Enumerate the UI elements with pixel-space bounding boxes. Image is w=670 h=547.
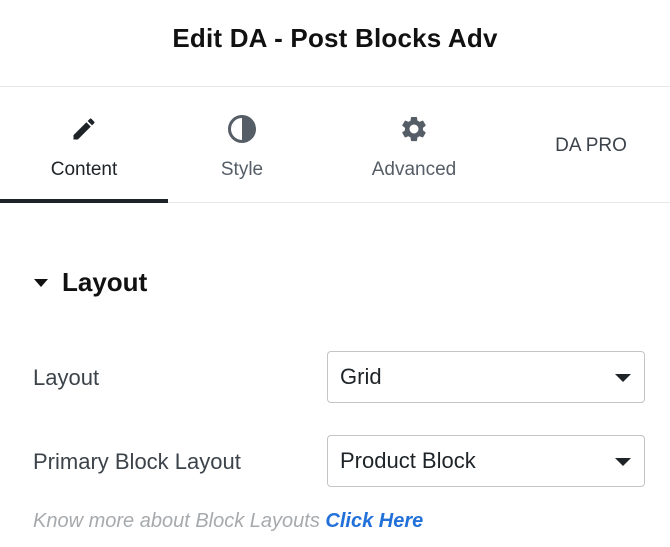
primary-block-layout-select[interactable]: Product Block bbox=[327, 435, 645, 487]
layout-select-value: Grid bbox=[340, 364, 382, 389]
tab-content[interactable]: Content bbox=[0, 87, 168, 203]
layout-control: Layout Grid bbox=[0, 351, 670, 405]
tab-style[interactable]: Style bbox=[168, 87, 316, 202]
panel-header: Edit DA - Post Blocks Adv bbox=[0, 0, 670, 87]
primary-block-layout-select-value: Product Block bbox=[340, 448, 476, 473]
half-circle-contrast-icon bbox=[226, 113, 258, 145]
chevron-down-icon bbox=[615, 458, 631, 466]
section-title: Layout bbox=[62, 266, 148, 297]
panel-title: Edit DA - Post Blocks Adv bbox=[172, 22, 498, 53]
block-layouts-help: Know more about Block Layouts Click Here bbox=[33, 510, 423, 533]
tab-content-label: Content bbox=[50, 159, 118, 180]
tab-style-label: Style bbox=[220, 159, 264, 180]
help-text: Know more about Block Layouts bbox=[33, 510, 320, 532]
layout-select[interactable]: Grid bbox=[327, 351, 645, 403]
gear-icon bbox=[398, 113, 430, 145]
section-layout-toggle[interactable]: Layout bbox=[34, 262, 147, 302]
chevron-down-icon bbox=[615, 374, 631, 382]
tab-advanced[interactable]: Advanced bbox=[316, 87, 512, 202]
tab-advanced-label: Advanced bbox=[371, 159, 457, 180]
tab-da-pro[interactable]: DA PRO bbox=[512, 87, 670, 202]
caret-down-icon bbox=[34, 279, 48, 287]
primary-block-layout-label: Primary Block Layout bbox=[33, 449, 241, 474]
primary-block-layout-control: Primary Block Layout Product Block bbox=[0, 435, 670, 489]
click-here-link[interactable]: Click Here bbox=[325, 510, 423, 532]
panel-tabs: Content Style Advanced DA PRO bbox=[0, 87, 670, 203]
pencil-icon bbox=[68, 113, 100, 145]
tab-da-pro-label: DA PRO bbox=[555, 135, 627, 156]
layout-label: Layout bbox=[33, 365, 100, 390]
